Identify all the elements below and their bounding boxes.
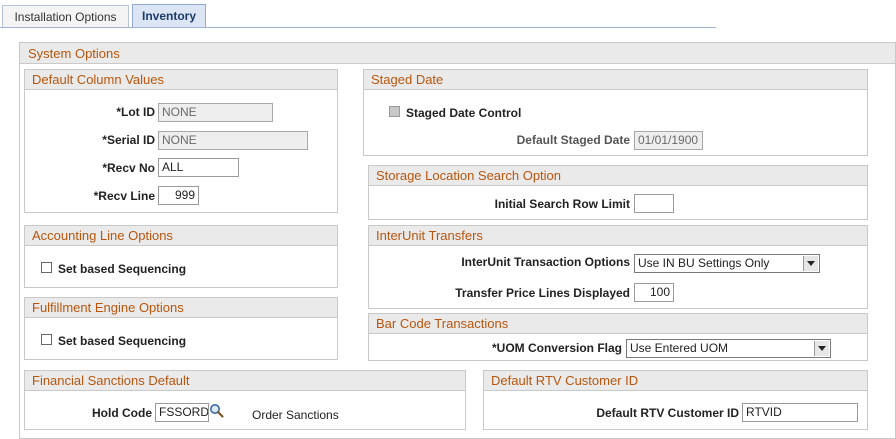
- recv-line-label: *Recv Line: [93, 189, 155, 203]
- financial-sanctions-header: Financial Sanctions Default: [25, 371, 465, 391]
- default-staged-date-field: 01/01/1900: [634, 131, 703, 150]
- storage-location-header: Storage Location Search Option: [369, 166, 867, 186]
- hold-code-label: Hold Code: [92, 406, 152, 420]
- tab-divider: [0, 27, 716, 28]
- transfer-price-lines-label: Transfer Price Lines Displayed: [455, 286, 630, 300]
- serial-id-field: NONE: [158, 131, 308, 150]
- staged-date-control-checkbox[interactable]: [389, 106, 400, 117]
- initial-search-row-limit-field[interactable]: [634, 194, 674, 213]
- staged-date-header: Staged Date: [364, 70, 867, 90]
- rtv-customer-id-field[interactable]: RTVID: [742, 403, 858, 422]
- default-staged-date-label: Default Staged Date: [516, 133, 630, 147]
- recv-no-field[interactable]: ALL: [158, 158, 239, 177]
- tab-inventory[interactable]: Inventory: [132, 4, 206, 28]
- system-options-header: System Options: [20, 43, 895, 64]
- fulfillment-engine-options-header: Fulfillment Engine Options: [25, 298, 337, 318]
- default-column-values-header: Default Column Values: [25, 70, 337, 90]
- accounting-line-options-group: Accounting Line Options: [24, 225, 338, 288]
- accounting-line-options-header: Accounting Line Options: [25, 226, 337, 246]
- tab-installation-options[interactable]: Installation Options: [2, 5, 129, 27]
- staged-date-control-label: Staged Date Control: [406, 106, 522, 120]
- hold-code-field[interactable]: FSSORD: [155, 403, 209, 422]
- accounting-set-based-checkbox[interactable]: [41, 262, 52, 273]
- storage-location-group: Storage Location Search Option: [368, 165, 868, 220]
- fulfillment-set-based-checkbox[interactable]: [41, 334, 52, 345]
- recv-line-field[interactable]: 999: [158, 186, 199, 205]
- magnifier-icon[interactable]: [209, 403, 224, 418]
- uom-conversion-flag-value: Use Entered UOM: [630, 341, 729, 355]
- interunit-transaction-options-value: Use IN BU Settings Only: [638, 256, 770, 270]
- uom-conversion-flag-label: *UOM Conversion Flag: [491, 341, 622, 355]
- dropdown-arrow-icon[interactable]: [814, 341, 829, 356]
- rtv-customer-id-label: Default RTV Customer ID: [596, 406, 739, 420]
- lot-id-field: NONE: [158, 103, 273, 122]
- recv-no-label: *Recv No: [102, 161, 155, 175]
- fulfillment-engine-options-group: Fulfillment Engine Options: [24, 297, 338, 360]
- initial-search-row-limit-label: Initial Search Row Limit: [494, 197, 630, 211]
- bar-code-transactions-header: Bar Code Transactions: [369, 314, 867, 334]
- hold-code-description: Order Sanctions: [252, 408, 339, 422]
- interunit-transfers-header: InterUnit Transfers: [369, 226, 867, 246]
- interunit-transaction-options-select[interactable]: Use IN BU Settings Only: [634, 254, 820, 273]
- fulfillment-set-based-label: Set based Sequencing: [58, 334, 187, 348]
- financial-sanctions-group: Financial Sanctions Default: [24, 370, 466, 430]
- serial-id-label: *Serial ID: [102, 133, 155, 147]
- accounting-set-based-label: Set based Sequencing: [58, 262, 187, 276]
- interunit-transaction-options-label: InterUnit Transaction Options: [461, 255, 630, 269]
- uom-conversion-flag-select[interactable]: Use Entered UOM: [626, 339, 831, 358]
- dropdown-arrow-icon[interactable]: [803, 256, 818, 271]
- rtv-customer-header: Default RTV Customer ID: [484, 371, 867, 391]
- lot-id-label: *Lot ID: [116, 105, 155, 119]
- transfer-price-lines-field[interactable]: 100: [634, 283, 674, 302]
